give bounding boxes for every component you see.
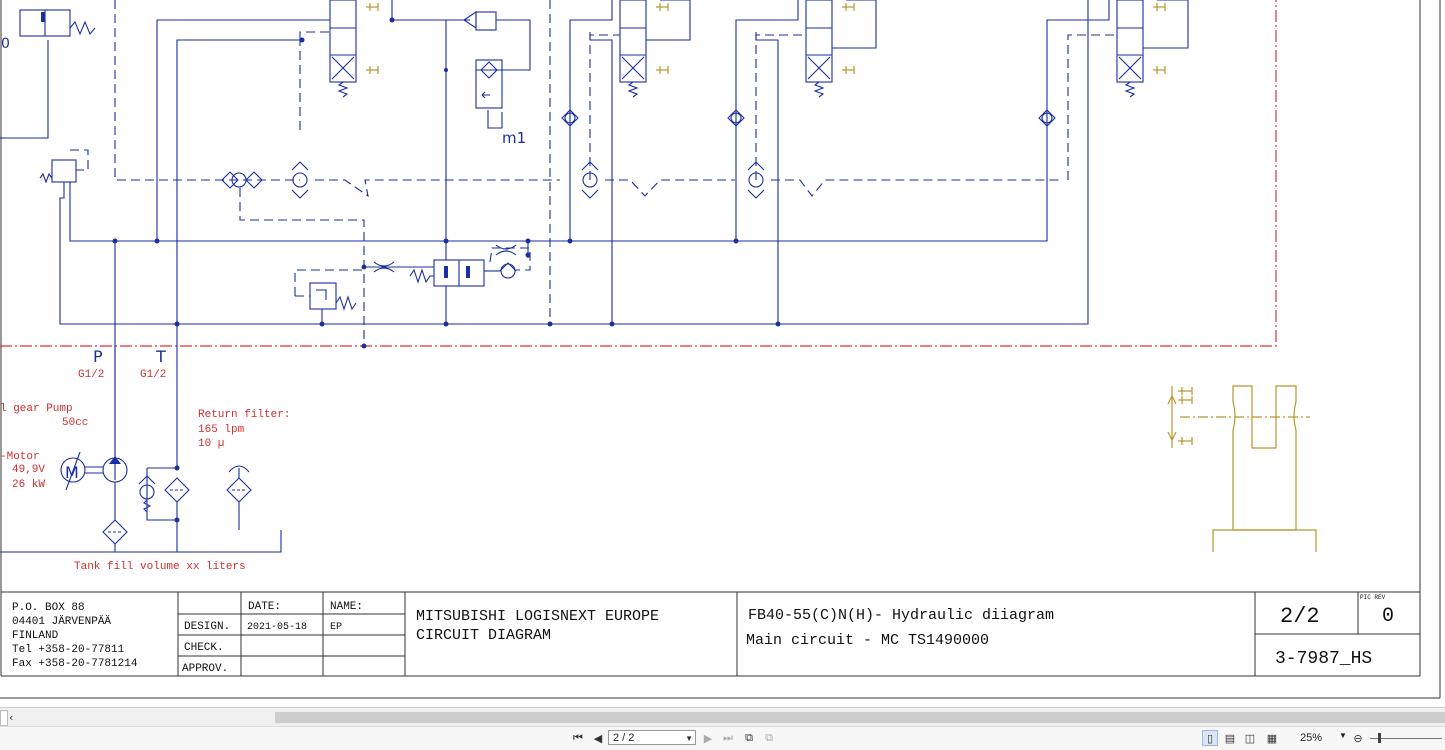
motor-note-1: -Motor xyxy=(0,451,40,463)
valve-section-4 xyxy=(1038,0,1189,180)
revision-header: PIC REV xyxy=(1360,594,1386,601)
hydraulic-diagram: .c { stroke:#1a2fa0; stroke-width:1.1; f… xyxy=(0,0,1441,699)
address-line: 04401 JÄRVENPÄÄ xyxy=(12,615,111,628)
facing-pages-icon[interactable]: ◫ xyxy=(1242,730,1258,746)
col-label-date: DATE: xyxy=(248,601,281,613)
address-line: P.O. BOX 88 xyxy=(12,602,85,614)
mast-sketch xyxy=(1167,385,1317,552)
address-block: P.O. BOX 88 04401 JÄRVENPÄÄ FINLAND Tel … xyxy=(12,602,138,670)
address-line: FINLAND xyxy=(12,630,59,642)
tank-outline xyxy=(0,530,282,553)
continuous-page-icon[interactable]: ▤ xyxy=(1222,730,1238,746)
address-line: Fax +358-20-7781214 xyxy=(12,658,138,670)
relief-valve-left xyxy=(51,159,77,183)
tank-note: Tank fill volume xx liters xyxy=(74,561,246,573)
solenoid-valve-m1 xyxy=(392,10,531,129)
drawing-title: FB40-55(C)N(H)- Hydraulic diiagram xyxy=(748,607,1054,624)
motor-note-2: 49,9V xyxy=(12,464,45,476)
zoom-level[interactable]: 25% xyxy=(1300,732,1322,744)
continuous-facing-icon[interactable]: ▦ xyxy=(1264,730,1280,746)
first-page-icon[interactable]: ⏮ xyxy=(570,730,586,746)
priority-valve-group xyxy=(361,241,531,324)
prev-view-icon[interactable]: ⧉ xyxy=(741,730,757,746)
drawing-subtitle: Main circuit - MC TS1490000 xyxy=(746,632,989,649)
company-subtitle: CIRCUIT DIAGRAM xyxy=(416,627,551,644)
pressure-relief-valve xyxy=(294,269,364,324)
prev-page-icon[interactable]: ◀ xyxy=(590,730,606,746)
solenoid-label: m1 xyxy=(502,129,526,147)
port-t-label: T xyxy=(155,347,166,366)
row-label-approv: APPROV. xyxy=(182,663,228,675)
zoom-dropdown-icon[interactable]: ▼ xyxy=(1339,731,1347,740)
zoom-out-icon[interactable]: ⊖ xyxy=(1350,730,1366,746)
port-t-thread: G1/2 xyxy=(140,369,166,381)
filter-note-2: 165 lpm xyxy=(198,424,245,436)
shuttle-valve-1 xyxy=(221,171,263,189)
page-dropdown-icon[interactable]: ▼ xyxy=(685,731,693,746)
design-name: EP xyxy=(330,622,342,633)
single-page-icon[interactable]: ▯ xyxy=(1202,730,1218,746)
last-page-icon[interactable]: ⏭ xyxy=(720,730,736,746)
port-p-thread: G1/2 xyxy=(78,369,104,381)
sheet-number: 2/2 xyxy=(1280,604,1320,629)
filter-note-3: 10 µ xyxy=(198,438,224,450)
drawing-number: 3-7987_HS xyxy=(1275,649,1372,669)
valve-section-2 xyxy=(561,0,735,324)
horizontal-scrollbar[interactable]: ‹ xyxy=(0,707,1445,727)
next-page-icon[interactable]: ▶ xyxy=(700,730,716,746)
valve-section-3 xyxy=(727,0,1060,324)
page-number-field[interactable]: 2 / 2 ▼ xyxy=(608,730,696,745)
company-name: MITSUBISHI LOGISNEXT EUROPE xyxy=(416,608,659,625)
pump-motor-group: M xyxy=(60,451,128,552)
edge-digit-label: 0 xyxy=(1,36,10,52)
pump-note-1: l gear Pump xyxy=(0,403,73,415)
scroll-left-arrow-icon[interactable]: ‹ xyxy=(9,711,13,724)
scroll-left-edge xyxy=(0,710,8,726)
return-filter-group xyxy=(138,465,252,552)
revision-number: 0 xyxy=(1382,605,1394,628)
design-date: 2021-05-18 xyxy=(247,622,307,633)
port-p-label: P xyxy=(93,347,103,366)
row-label-design: DESIGN. xyxy=(184,621,230,633)
filter-note-1: Return filter: xyxy=(198,409,290,421)
valve-section-1 xyxy=(299,0,379,98)
valve-block-boundary xyxy=(0,0,1277,347)
zoom-slider-thumb[interactable] xyxy=(1378,733,1381,743)
address-line: Tel +358-20-77811 xyxy=(12,644,125,656)
status-bar: ⏮ ◀ 2 / 2 ▼ ▶ ⏭ ⧉ ⧉ ▯ ▤ ◫ ▦ 25% ▼ ⊖ xyxy=(0,726,1445,750)
next-view-icon[interactable]: ⧉ xyxy=(761,730,777,746)
page-number-value: 2 / 2 xyxy=(613,732,635,744)
pump-note-2: 50cc xyxy=(62,417,88,429)
scrollbar-thumb[interactable] xyxy=(275,712,1445,723)
document-viewport[interactable]: .c { stroke:#1a2fa0; stroke-width:1.1; f… xyxy=(0,0,1445,707)
row-label-check: CHECK. xyxy=(184,642,224,654)
col-label-name: NAME: xyxy=(330,601,363,613)
motor-note-3: 26 kW xyxy=(12,479,45,491)
